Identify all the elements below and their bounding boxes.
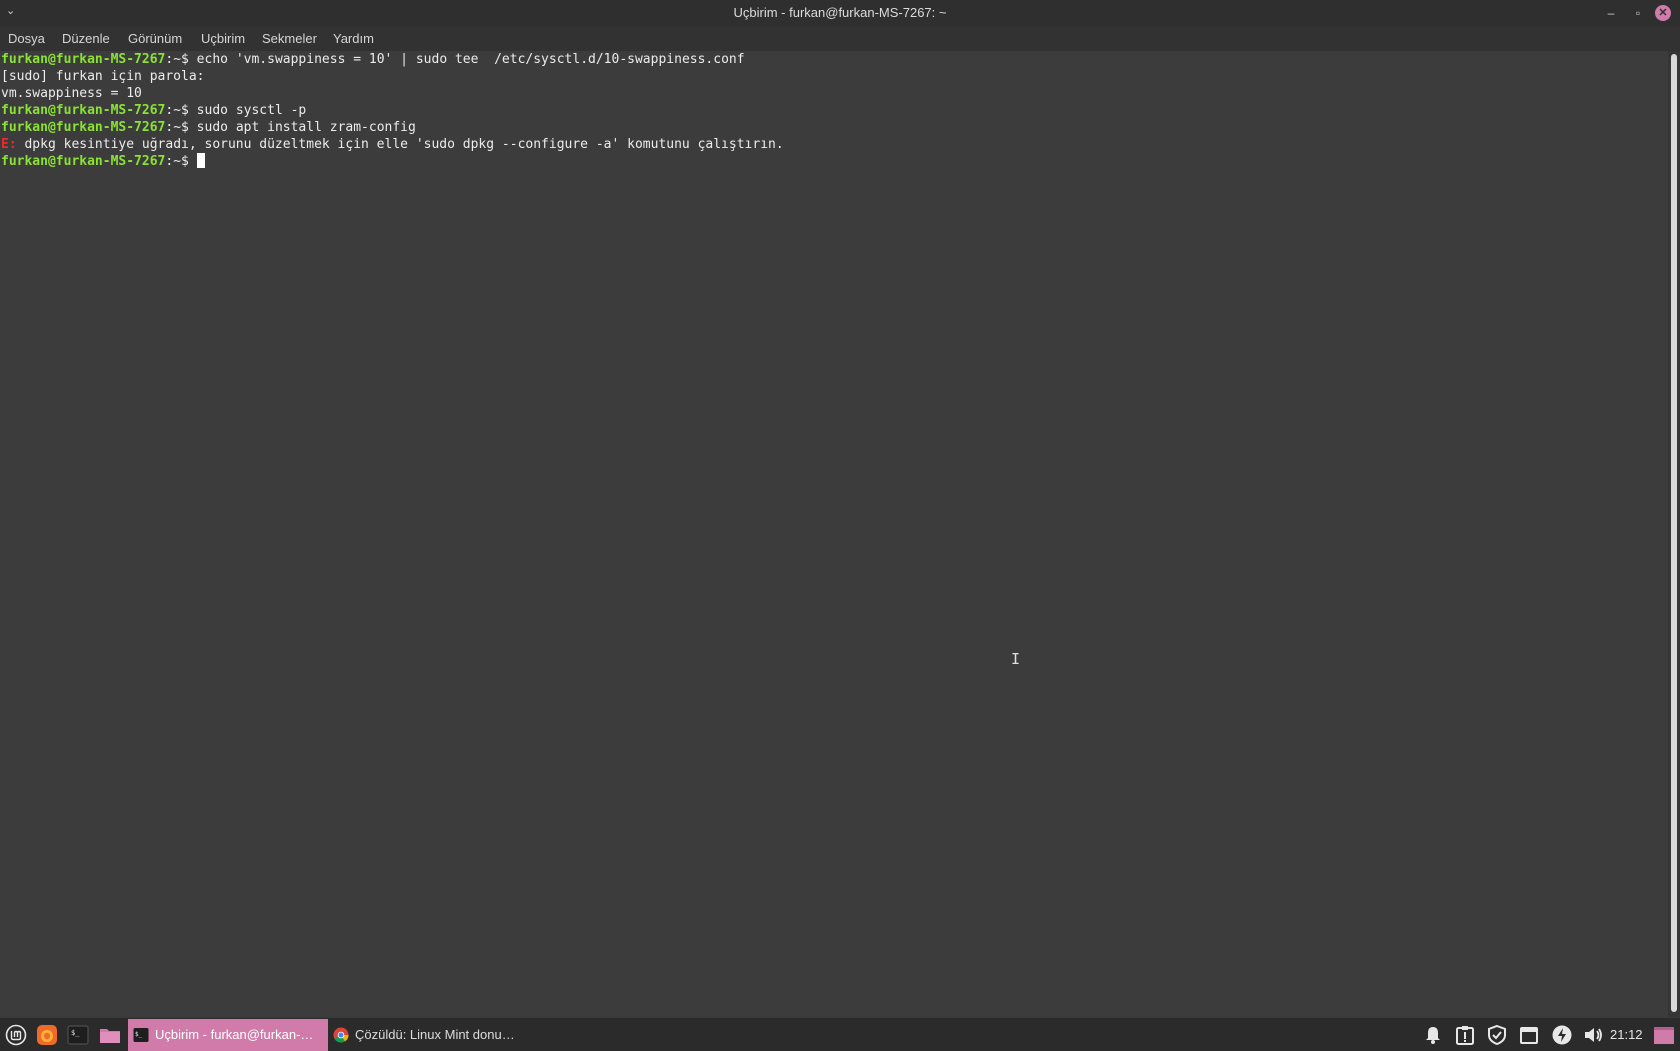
title-bar[interactable]: ⌄ Uçbirim - furkan@furkan-MS-7267: ~ – ▫… <box>0 0 1680 26</box>
task-label: Uçbirim - furkan@furkan-… <box>155 1027 314 1042</box>
terminal-line: furkan@furkan-MS-7267:~$ echo 'vm.swappi… <box>1 51 745 68</box>
command-text: echo 'vm.swappiness = 10' | sudo tee /et… <box>188 52 745 67</box>
terminal-line: furkan@furkan-MS-7267:~$ sudo apt instal… <box>1 119 416 136</box>
firefox-icon[interactable] <box>36 1024 58 1046</box>
notification-bell-icon[interactable] <box>1422 1024 1444 1046</box>
terminal-line: furkan@furkan-MS-7267:~$ sudo sysctl -p <box>1 102 306 119</box>
show-desktop-icon[interactable] <box>1653 1024 1675 1046</box>
terminal-output[interactable]: furkan@furkan-MS-7267:~$ echo 'vm.swappi… <box>0 51 1668 1017</box>
prompt-suffix: :~$ <box>165 52 189 67</box>
mouse-ibeam-icon: I <box>1011 650 1021 668</box>
network-icon[interactable] <box>1518 1024 1540 1046</box>
menu-bar: Dosya Düzenle Görünüm Uçbirim Sekmeler Y… <box>0 26 1680 51</box>
scrollbar[interactable] <box>1668 51 1680 1017</box>
output-text: [sudo] furkan için parola: <box>1 69 205 84</box>
terminal-line: vm.swappiness = 10 <box>1 85 142 102</box>
minimize-button[interactable]: – <box>1603 5 1619 21</box>
mint-menu-icon[interactable] <box>5 1024 27 1046</box>
taskbar: $_ $_ Uçbirim - furkan@furkan-… Çözüldü:… <box>0 1017 1680 1051</box>
terminal-icon[interactable]: $_ <box>67 1024 89 1046</box>
task-browser[interactable]: Çözüldü: Linux Mint donu… <box>328 1019 528 1051</box>
text-cursor <box>196 153 205 168</box>
files-icon[interactable] <box>99 1024 121 1046</box>
maximize-button[interactable]: ▫ <box>1630 5 1646 21</box>
command-text: sudo sysctl -p <box>188 103 307 118</box>
error-prefix: E: <box>1 137 17 152</box>
prompt-suffix: :~$ <box>165 154 189 169</box>
menu-ucbirim[interactable]: Uçbirim <box>201 26 245 51</box>
prompt-suffix: :~$ <box>165 120 189 135</box>
terminal-window: ⌄ Uçbirim - furkan@furkan-MS-7267: ~ – ▫… <box>0 0 1680 1017</box>
prompt-user-host: furkan@furkan-MS-7267 <box>1 103 166 118</box>
menu-duzenle[interactable]: Düzenle <box>62 26 110 51</box>
prompt-user-host: furkan@furkan-MS-7267 <box>1 120 166 135</box>
terminal-icon: $_ <box>133 1028 149 1042</box>
clock[interactable]: 21:12 <box>1610 1018 1643 1051</box>
prompt-suffix: :~$ <box>165 103 189 118</box>
window-title: Uçbirim - furkan@furkan-MS-7267: ~ <box>733 5 947 20</box>
menu-sekmeler[interactable]: Sekmeler <box>262 26 317 51</box>
menu-dosya[interactable]: Dosya <box>8 26 45 51</box>
close-button[interactable]: ✕ <box>1655 5 1671 21</box>
power-icon[interactable] <box>1551 1024 1573 1046</box>
command-text <box>189 154 197 169</box>
scrollbar-thumb[interactable] <box>1671 54 1677 1012</box>
prompt-user-host: furkan@furkan-MS-7267 <box>1 154 166 169</box>
svg-text:$_: $_ <box>135 1031 143 1038</box>
task-label: Çözüldü: Linux Mint donu… <box>355 1027 515 1042</box>
svg-text:$_: $_ <box>71 1029 80 1037</box>
terminal-line: furkan@furkan-MS-7267:~$ <box>1 153 205 170</box>
task-terminal[interactable]: $_ Uçbirim - furkan@furkan-… <box>128 1019 328 1051</box>
volume-icon[interactable] <box>1582 1024 1604 1046</box>
prompt-user-host: furkan@furkan-MS-7267 <box>1 52 166 67</box>
clipboard-alert-icon[interactable] <box>1454 1024 1476 1046</box>
terminal-line: E: dpkg kesintiye uğradı, sorunu düzeltm… <box>1 136 784 153</box>
chrome-icon <box>333 1027 349 1043</box>
error-text: dpkg kesintiye uğradı, sorunu düzeltmek … <box>16 137 784 152</box>
output-text: vm.swappiness = 10 <box>1 86 142 101</box>
command-text: sudo apt install zram-config <box>188 120 416 135</box>
terminal-line: [sudo] furkan için parola: <box>1 68 205 85</box>
menu-gorunum[interactable]: Görünüm <box>128 26 182 51</box>
menu-yardim[interactable]: Yardım <box>333 26 374 51</box>
shield-icon[interactable] <box>1486 1024 1508 1046</box>
